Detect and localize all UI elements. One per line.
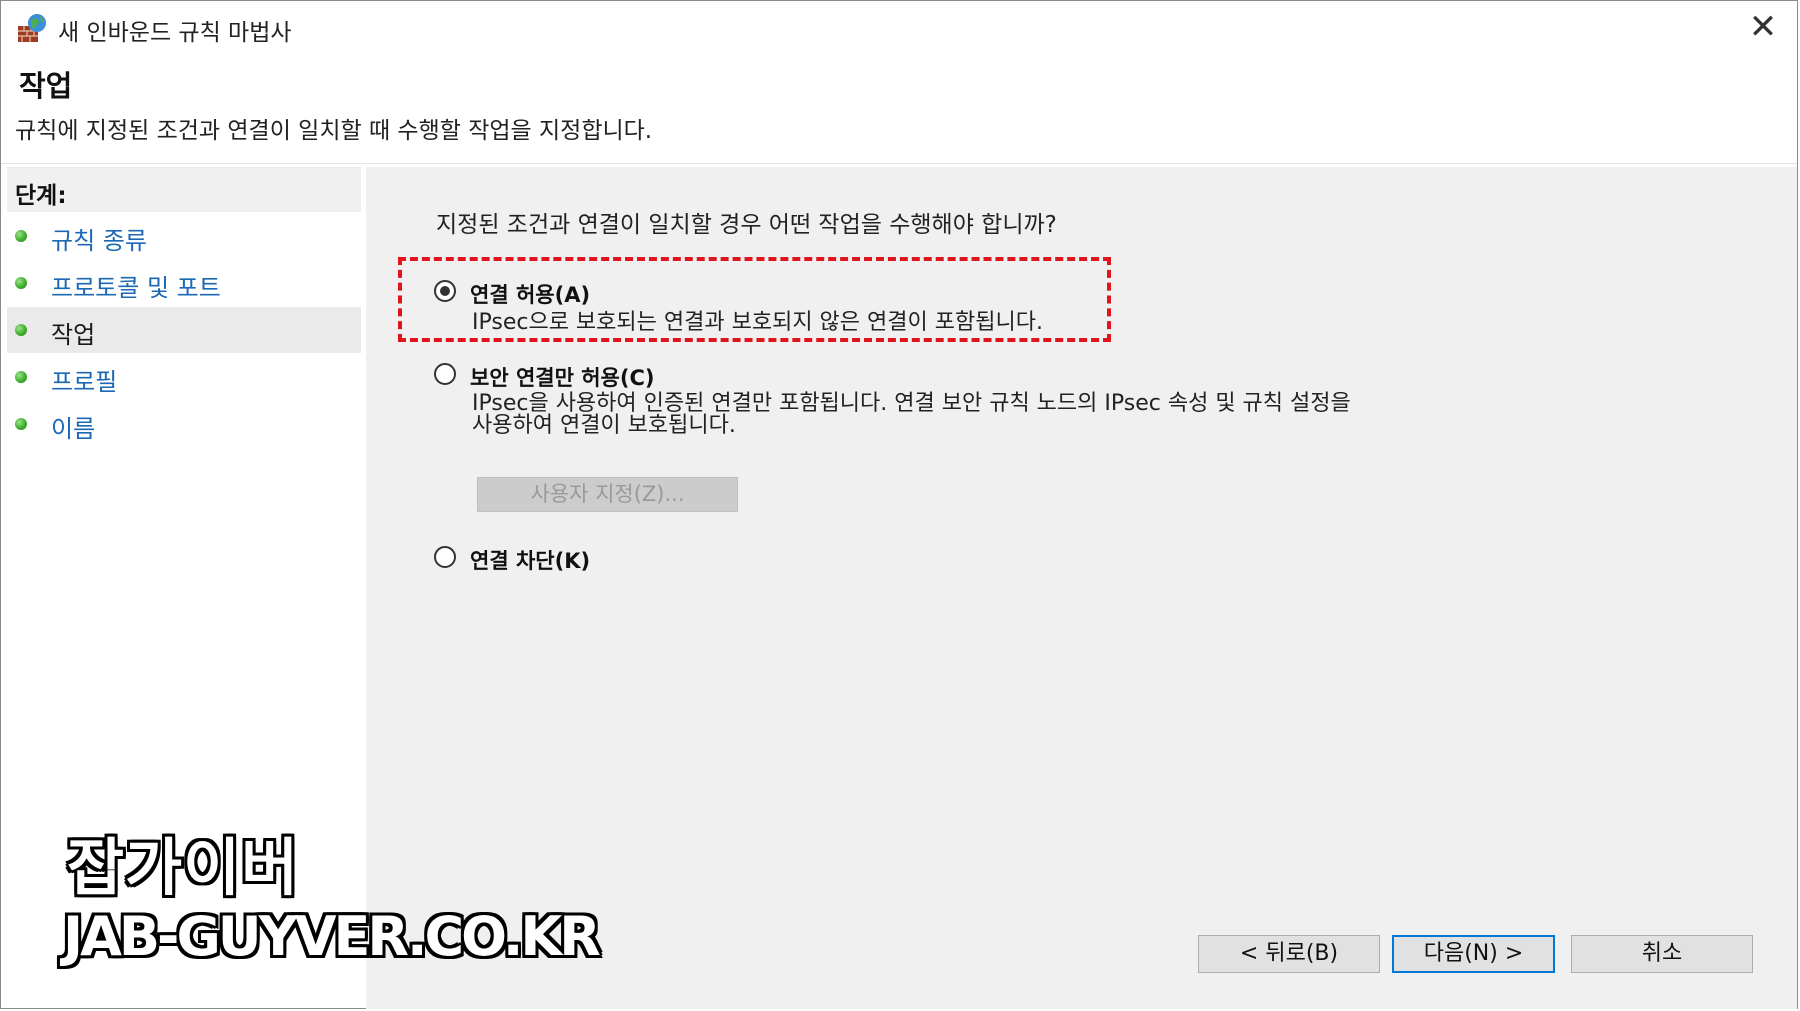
steps-header: 단계:	[7, 167, 361, 212]
page-title: 작업	[19, 69, 73, 103]
next-button[interactable]: 다음(N) >	[1392, 935, 1555, 973]
step-status-icon	[15, 418, 27, 430]
watermark-korean: 잡가이버	[67, 831, 300, 904]
header-divider	[1, 163, 1797, 164]
step-profile[interactable]: 프로필	[7, 354, 361, 400]
title-bar[interactable]: 새 인바운드 규칙 마법사 ✕	[1, 1, 1797, 53]
block-connection-radio[interactable]	[434, 546, 456, 568]
allow-connection-description: IPsec으로 보호되는 연결과 보호되지 않은 연결이 포함됩니다.	[472, 310, 1043, 335]
window-title: 새 인바운드 규칙 마법사	[58, 20, 292, 46]
action-pane: 지정된 조건과 연결이 일치할 경우 어떤 작업을 수행해야 합니까? 연결 허…	[366, 167, 1797, 1009]
step-status-icon	[15, 371, 27, 383]
action-question: 지정된 조건과 연결이 일치할 경우 어떤 작업을 수행해야 합니까?	[436, 212, 1057, 238]
customize-button: 사용자 지정(Z)...	[477, 477, 738, 512]
allow-secure-description-line2: 사용하여 연결이 보호됩니다.	[472, 413, 736, 438]
firewall-globe-icon	[18, 14, 46, 42]
cancel-button[interactable]: 취소	[1571, 935, 1753, 973]
watermark-url: JAB-GUYVER.CO.KR	[63, 905, 601, 968]
step-label: 이름	[51, 415, 96, 443]
allow-secure-description-line1: IPsec을 사용하여 인증된 연결만 포함됩니다. 연결 보안 규칙 노드의 …	[472, 391, 1351, 416]
step-rule-type[interactable]: 규칙 종류	[7, 213, 361, 259]
allow-secure-radio[interactable]	[434, 363, 456, 385]
step-protocol-port[interactable]: 프로토콜 및 포트	[7, 260, 361, 306]
step-status-icon	[15, 230, 27, 242]
block-connection-label[interactable]: 연결 차단(K)	[470, 545, 590, 575]
allow-connection-label[interactable]: 연결 허용(A)	[470, 279, 590, 309]
close-icon[interactable]: ✕	[1743, 7, 1783, 47]
step-action[interactable]: 작업	[7, 307, 361, 353]
step-label: 작업	[51, 321, 96, 349]
allow-connection-radio[interactable]	[434, 280, 456, 302]
step-label: 프로필	[51, 368, 118, 396]
step-status-icon	[15, 277, 27, 289]
steps-title: 단계:	[15, 183, 67, 209]
step-name[interactable]: 이름	[7, 401, 361, 447]
step-label: 프로토콜 및 포트	[51, 274, 221, 302]
wizard-window: 새 인바운드 규칙 마법사 ✕ 작업 규칙에 지정된 조건과 연결이 일치할 때…	[0, 0, 1798, 1009]
step-label: 규칙 종류	[51, 227, 147, 255]
step-status-icon	[15, 324, 27, 336]
back-button[interactable]: < 뒤로(B)	[1198, 935, 1380, 973]
page-description: 규칙에 지정된 조건과 연결이 일치할 때 수행할 작업을 지정합니다.	[15, 118, 653, 144]
allow-secure-label[interactable]: 보안 연결만 허용(C)	[470, 362, 654, 392]
